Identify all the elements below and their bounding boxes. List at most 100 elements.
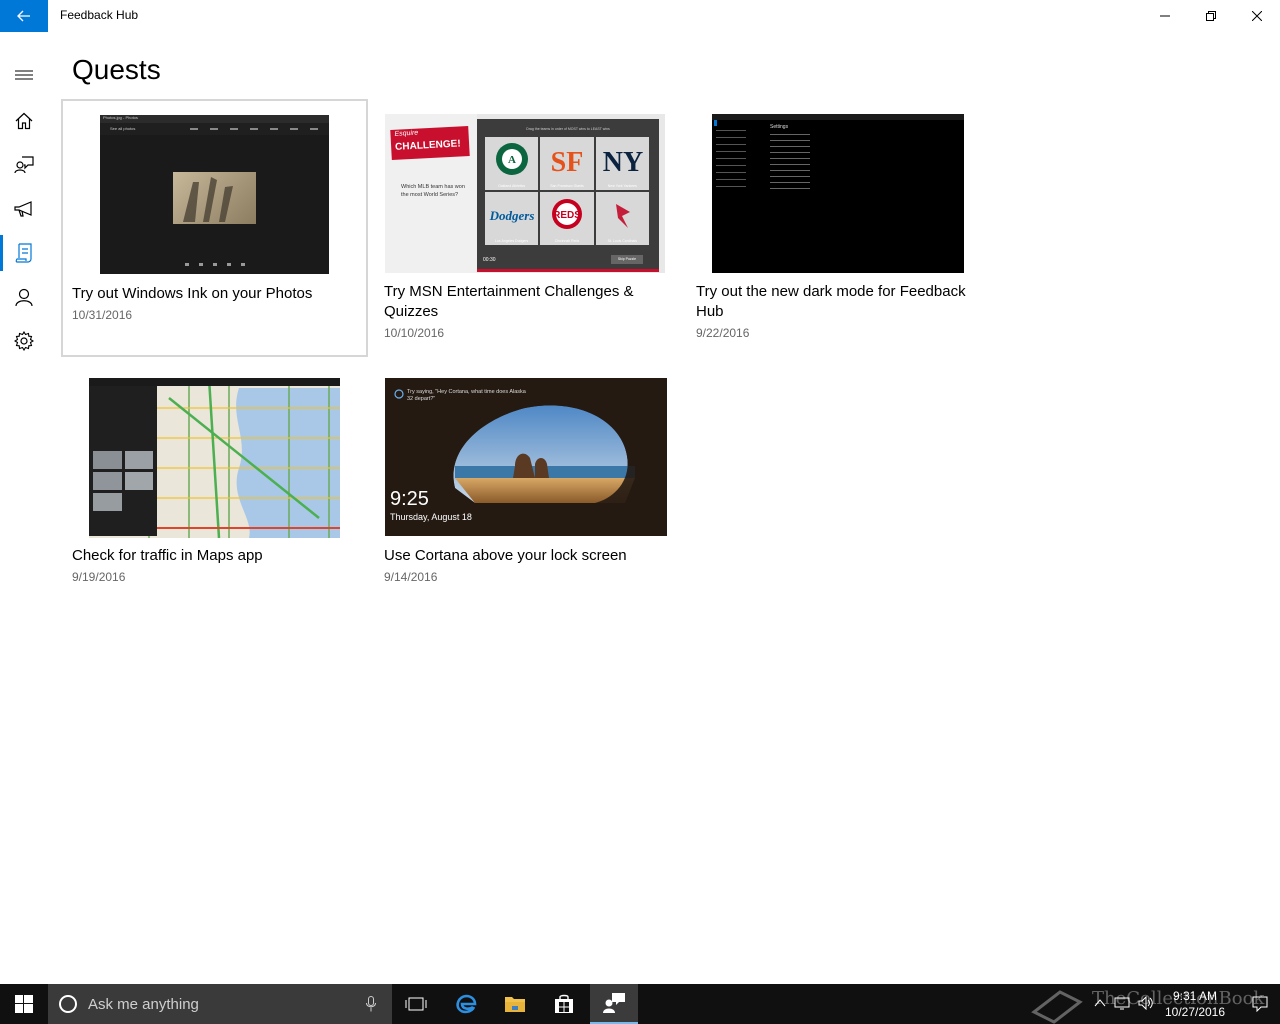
home-icon (15, 112, 33, 130)
msn-team-panel: Drag the teams in order of MOST wins to … (477, 119, 659, 269)
team-tile-giants[interactable]: SF San Francisco Giants (540, 137, 594, 190)
clock[interactable]: 9:31 AM 10/27/2016 (1160, 988, 1230, 1020)
dodgers-logo-icon: Dodgers (489, 208, 535, 223)
back-button[interactable] (0, 0, 48, 32)
task-view-button[interactable] (392, 984, 440, 1024)
nav-home[interactable] (0, 99, 48, 143)
taskbar: Ask me anything TheCollectionBook 9:31 A… (0, 984, 1280, 1024)
chevron-up-icon[interactable] (1094, 996, 1106, 1010)
start-button[interactable] (0, 984, 48, 1024)
quest-date: 9/14/2016 (384, 570, 438, 584)
nav-quests[interactable] (0, 231, 48, 275)
photos-window-title: Photos.jpg - Photos (103, 115, 138, 120)
close-icon (1252, 11, 1262, 21)
dark-nav (716, 130, 746, 190)
action-center-icon[interactable] (1252, 996, 1268, 1012)
team-tile-cardinals[interactable]: St. Louis Cardinals (595, 192, 649, 245)
edge-button[interactable] (442, 984, 490, 1024)
minimize-button[interactable] (1142, 0, 1188, 32)
window-title: Feedback Hub (60, 8, 139, 22)
page-title: Quests (72, 54, 161, 85)
cortana-search-box[interactable]: Ask me anything (48, 984, 392, 1024)
left-navigation (0, 32, 48, 984)
shadow-people-image (183, 177, 233, 222)
athletics-logo-icon: A (496, 143, 528, 175)
team-tile-dodgers[interactable]: Dodgers Los Angeles Dodgers (485, 192, 539, 245)
arrow-left-icon (17, 10, 30, 22)
quest-card-msn[interactable]: Esquire CHALLENGE! Which MLB team has wo… (384, 113, 674, 343)
close-button[interactable] (1234, 0, 1280, 32)
system-tray (1094, 996, 1154, 1012)
team-tile-reds[interactable]: REDS Cincinnati Reds (540, 192, 594, 245)
quest-title: Check for traffic in Maps app (72, 547, 263, 564)
team-tile-yankees[interactable]: NY New York Yankees (595, 137, 649, 190)
volume-icon[interactable] (1138, 996, 1154, 1010)
team-grid: A Oakland Athletics SF San Francisco Gia… (485, 137, 649, 245)
skip-puzzle-button[interactable]: Skip Puzzle (611, 255, 643, 264)
team-tile-athletics[interactable]: A Oakland Athletics (485, 137, 539, 190)
challenge-label: CHALLENGE! (394, 138, 461, 153)
book-watermark-icon (1031, 990, 1083, 1024)
quest-thumbnail: Try saying, "Hey Cortana, what time does… (385, 378, 667, 536)
lock-screen-time: 9:25 (390, 488, 429, 510)
team-name: Oakland Athletics (498, 184, 526, 188)
dark-titlebar (712, 114, 964, 120)
cortana-prompt: Try saying, "Hey Cortana, what time does… (407, 389, 526, 402)
store-button[interactable] (540, 984, 588, 1024)
network-icon[interactable] (1114, 996, 1130, 1010)
quest-card-cortana[interactable]: Try saying, "Hey Cortana, what time does… (384, 377, 674, 587)
file-explorer-button[interactable] (491, 984, 539, 1024)
nav-settings[interactable] (0, 319, 48, 363)
quest-date: 10/10/2016 (384, 326, 445, 340)
settings-icon (14, 331, 34, 351)
team-name: Cincinnati Reds (554, 239, 580, 243)
photos-toolbar-buttons (190, 128, 320, 130)
svg-text:NY: NY (602, 147, 642, 178)
quest-title: Try out Windows Ink on your Photos (72, 285, 313, 302)
photo-image (173, 172, 256, 224)
photos-titlebar: Photos.jpg - Photos (100, 115, 329, 123)
hamburger-icon (15, 70, 33, 80)
windows-logo-icon (15, 995, 33, 1013)
photos-toolbar: See all photos (100, 123, 329, 135)
quest-thumbnail (89, 378, 340, 538)
msn-left-panel: Esquire CHALLENGE! Which MLB team has wo… (385, 114, 477, 273)
quests-icon (15, 243, 32, 263)
team-name: San Francisco Giants (550, 184, 584, 188)
msn-progress-bar (477, 269, 659, 272)
yankees-logo-icon: NY (602, 147, 642, 178)
svg-text:Dodgers: Dodgers (489, 208, 535, 223)
team-name: New York Yankees (607, 184, 637, 188)
nav-feedback[interactable] (0, 143, 48, 187)
dark-back-button (714, 120, 717, 126)
restore-button[interactable] (1188, 0, 1234, 32)
quest-thumbnail: Esquire CHALLENGE! Which MLB team has wo… (385, 114, 665, 273)
quest-card-maps[interactable]: Check for traffic in Maps app 9/19/2016 (72, 377, 362, 587)
quest-thumbnail: Photos.jpg - Photos See all photos (100, 115, 329, 274)
feedback-icon (14, 156, 34, 174)
challenge-badge: Esquire CHALLENGE! (390, 125, 470, 161)
reds-logo-icon: REDS (552, 199, 583, 229)
feedback-hub-button[interactable] (590, 984, 638, 1024)
title-bar: Feedback Hub (0, 0, 1280, 32)
announcements-icon (14, 201, 32, 217)
quest-card-dark-mode[interactable]: Settings Try out the new dark mode for F… (696, 113, 986, 343)
hamburger-menu-button[interactable] (0, 53, 48, 97)
svg-text:REDS: REDS (553, 210, 581, 221)
quest-title: Try out the new dark mode for Feedback H… (696, 283, 966, 320)
microphone-icon[interactable] (366, 996, 376, 1012)
traffic-camera-grid (93, 451, 153, 511)
quest-title: Try MSN Entertainment Challenges & Quizz… (384, 283, 634, 320)
quest-date: 10/31/2016 (72, 308, 133, 322)
quest-date: 9/19/2016 (72, 570, 126, 584)
profile-icon (15, 288, 33, 306)
svg-text:SF: SF (551, 147, 584, 178)
quest-thumbnail: Settings (712, 114, 964, 273)
cardinals-logo-icon (615, 204, 630, 228)
maps-traffic-panel (89, 386, 157, 536)
clock-time: 9:31 AM (1172, 989, 1218, 1003)
nav-announcements[interactable] (0, 187, 48, 231)
nav-profile[interactable] (0, 275, 48, 319)
maps-titlebar (89, 378, 340, 386)
quest-card-windows-ink[interactable]: Photos.jpg - Photos See all photos Try o… (61, 99, 368, 357)
